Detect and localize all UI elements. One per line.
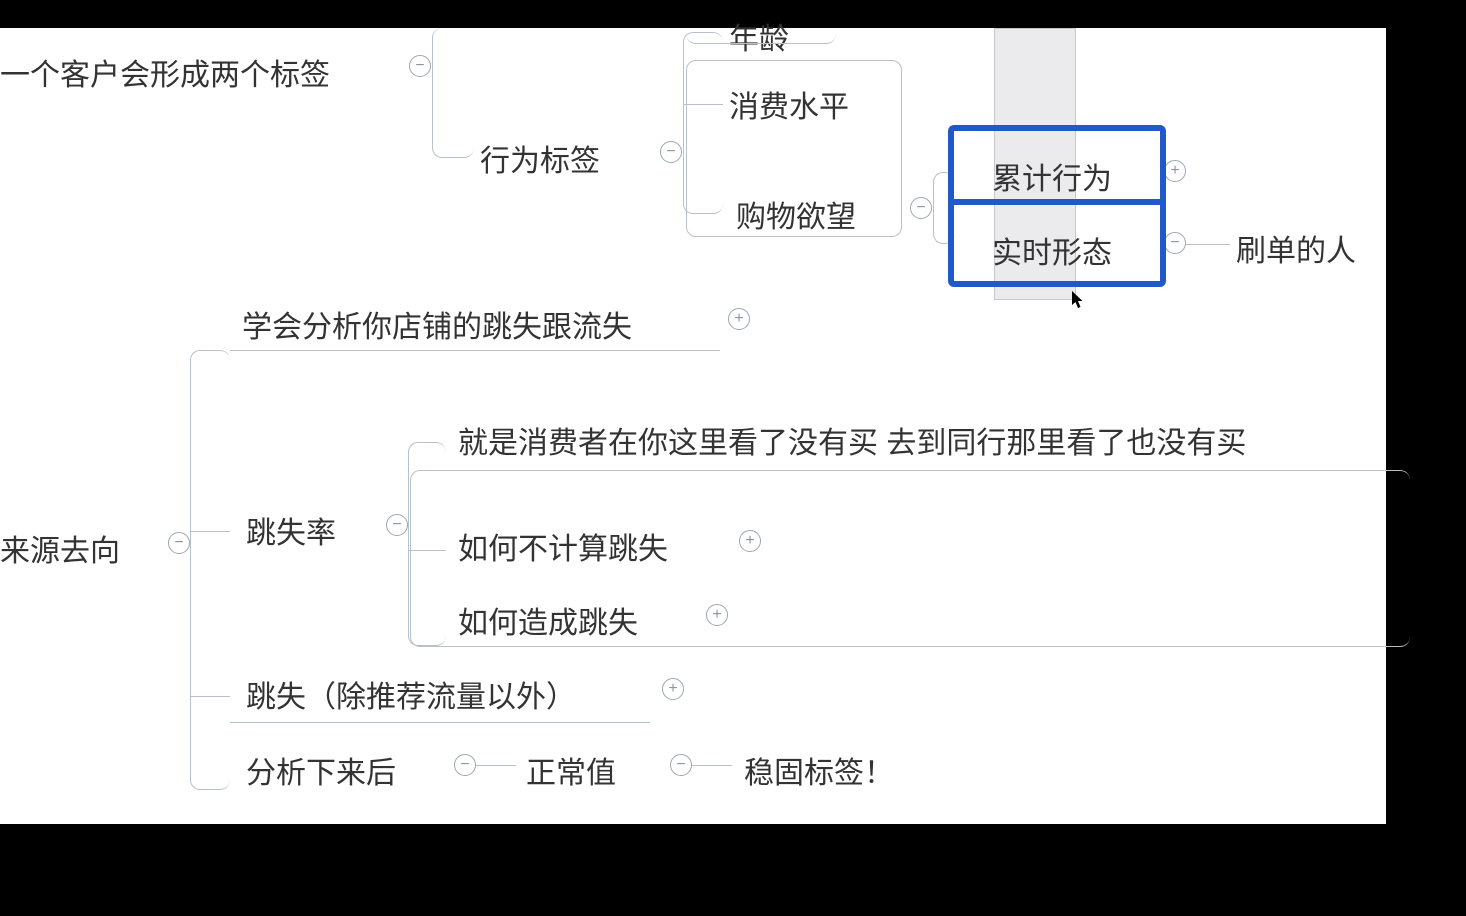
conn-source-to-bounceexcept [190,696,230,697]
conn-after-to-normal [476,765,516,766]
connector-desire-children [933,172,955,244]
toggle-after-analyze[interactable] [454,754,476,776]
toggle-learn-analyze[interactable] [728,308,750,330]
mindmap-canvas[interactable]: 一个客户会形成两个标签 行为标签 年龄 消费水平 购物欲望 累计行为 实时形态 … [0,28,1386,824]
node-realtime-form[interactable]: 实时形态 [992,228,1112,272]
toggle-root-labels[interactable] [409,55,431,77]
node-source-dest[interactable]: 来源去向 [0,526,120,570]
node-cumulative-behavior[interactable]: 累计行为 [992,154,1112,198]
conn-source-to-bouncerate [190,531,230,532]
connector-realtime-to-brush [1186,244,1230,245]
node-bounce-except-rec[interactable]: 跳失（除推荐流量以外） [246,672,576,716]
toggle-shopping-desire[interactable] [910,197,932,219]
toggle-realtime-form[interactable] [1164,232,1186,254]
underline-learn-analyze [230,350,720,351]
node-not-buy[interactable]: 就是消费者在你这里看了没有买 去到同行那里看了也没有买 [458,418,1246,462]
node-bounce-rate[interactable]: 跳失率 [246,508,336,552]
node-solid-label[interactable]: 稳固标签！ [744,748,894,792]
toggle-bounce-rate[interactable] [386,514,408,536]
connector-root-to-behavior [432,28,474,158]
age-box-bottom [686,28,836,44]
node-normal-value[interactable]: 正常值 [526,748,616,792]
node-brush-people[interactable]: 刷单的人 [1236,226,1356,270]
toggle-cumulative-behavior[interactable] [1164,160,1186,182]
group-box-bouncerate-children [410,470,1410,647]
toggle-normal-value[interactable] [670,754,692,776]
toggle-behavior-tag[interactable] [660,141,682,163]
node-after-analyze[interactable]: 分析下来后 [246,748,396,792]
node-behavior-tag[interactable]: 行为标签 [480,136,600,180]
underline-bounce-except [230,722,650,723]
conn-normal-to-solid [692,765,732,766]
toggle-bounce-except-rec[interactable] [662,678,684,700]
group-box-consume-desire [686,60,902,237]
node-learn-analyze[interactable]: 学会分析你店铺的跳失跟流失 [242,302,632,346]
node-root-labels[interactable]: 一个客户会形成两个标签 [0,50,330,94]
connector-source-children [190,350,230,790]
toggle-source-dest[interactable] [168,532,190,554]
